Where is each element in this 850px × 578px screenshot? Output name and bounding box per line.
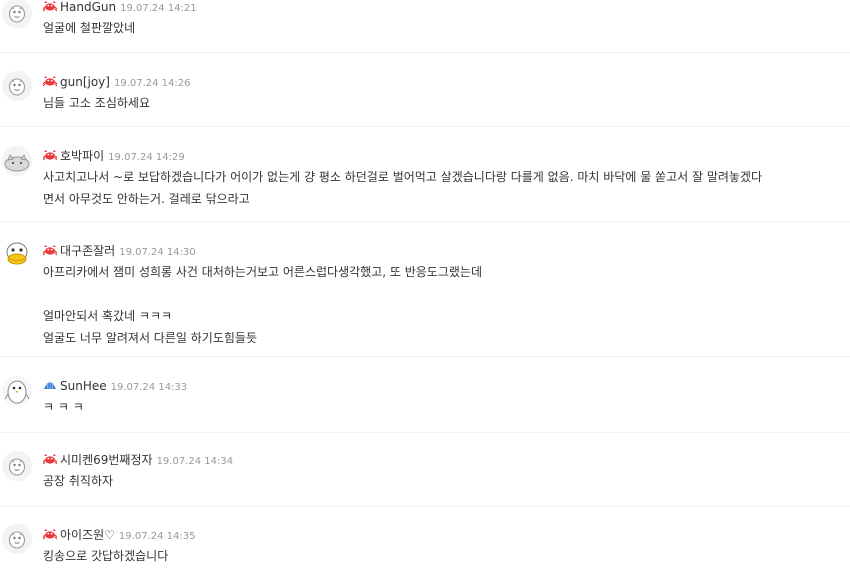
comment-text-line: 얼굴에 철판깔았네 [43, 21, 136, 35]
comment-meta: 시미켄69번째정자 19.07.24 14:34 [43, 449, 234, 467]
comment-body: 님들 고소 조심하세요 [43, 92, 843, 114]
comment-nickname[interactable]: 아이즈원♡ [60, 528, 115, 542]
comment-nickname[interactable]: gun[joy] [60, 75, 110, 89]
crab-icon [43, 244, 57, 256]
comment-meta: 아이즈원♡ 19.07.24 14:35 [43, 524, 196, 542]
comment-meta: 대구존잘러 19.07.24 14:30 [43, 240, 196, 258]
comment-nickname[interactable]: 호박파이 [60, 149, 104, 163]
comment-divider [0, 52, 850, 53]
comment-meta: SunHee 19.07.24 14:33 [43, 375, 188, 393]
comment-body: 아프리카에서 잼미 성희롱 사건 대처하는거보고 어른스럽다생각했고, 또 반응… [43, 261, 843, 349]
comment-body: ㅋ ㅋ ㅋ [43, 396, 843, 418]
comment-text-line: 얼마안되서 혹갔네 ㅋㅋㅋ [43, 309, 173, 323]
comment-nickname[interactable]: 시미켄69번째정자 [60, 453, 153, 467]
comment-text-line: 면서 아무것도 안하는거. 걸레로 닦으라고 [43, 192, 250, 206]
comment-text-line: ㅋ ㅋ ㅋ [43, 400, 84, 414]
comment-body: 사고치고나서 ~로 보답하겠습니다가 어이가 없는게 걍 평소 하던걸로 벌어먹… [43, 166, 843, 210]
comment-divider [0, 126, 850, 127]
crab-icon [43, 149, 57, 161]
duck-avatar-icon[interactable] [2, 240, 32, 270]
comment-divider [0, 432, 850, 433]
default-avatar-icon[interactable] [2, 0, 32, 28]
default-avatar-icon[interactable] [2, 71, 32, 101]
crab-icon [43, 75, 57, 87]
comment-divider [0, 356, 850, 357]
comment-nickname[interactable]: HandGun [60, 0, 116, 14]
crab-icon [43, 0, 57, 12]
cat-avatar-icon[interactable] [2, 146, 32, 176]
comment-body: 킹송으로 갓답하겠습니다 [43, 545, 843, 567]
default-avatar-icon[interactable] [2, 451, 32, 481]
comment-text-line: 님들 고소 조심하세요 [43, 96, 150, 110]
comment-date: 19.07.24 14:26 [113, 78, 191, 89]
comment-meta: 호박파이 19.07.24 14:29 [43, 145, 185, 163]
comment-text-line: 사고치고나서 ~로 보답하겠습니다가 어이가 없는게 걍 평소 하던걸로 벌어먹… [43, 170, 763, 184]
comment-divider [0, 506, 850, 507]
comment-list: HandGun 19.07.24 14:21 얼굴에 철판깔았네 gun[joy] 19… [0, 0, 850, 578]
comment-date: 19.07.24 14:35 [118, 531, 196, 542]
comment-date: 19.07.24 14:30 [119, 247, 196, 258]
crab-icon [43, 453, 57, 465]
comment-body: 얼굴에 철판깔았네 [43, 17, 843, 39]
comment-text-line: 공장 취직하자 [43, 474, 114, 488]
penguin-avatar-icon[interactable] [2, 376, 32, 406]
comment-date: 19.07.24 14:29 [108, 152, 185, 163]
comment-meta: HandGun 19.07.24 14:21 [43, 0, 197, 14]
comment-nickname[interactable]: SunHee [60, 379, 107, 393]
comment-text-line: 얼굴도 너무 알려져서 다른일 하기도힘들듯 [43, 331, 257, 345]
comment-text-line: 킹송으로 갓답하겠습니다 [43, 549, 169, 563]
comment-meta: gun[joy] 19.07.24 14:26 [43, 71, 191, 89]
comment-date: 19.07.24 14:33 [110, 382, 188, 393]
comment-date: 19.07.24 14:21 [120, 3, 197, 14]
comment-text-line: 아프리카에서 잼미 성희롱 사건 대처하는거보고 어른스럽다생각했고, 또 반응… [43, 265, 482, 279]
default-avatar-icon[interactable] [2, 524, 32, 554]
comment-body: 공장 취직하자 [43, 470, 843, 492]
comment-date: 19.07.24 14:34 [156, 456, 234, 467]
comment-divider [0, 221, 850, 222]
shell-icon [43, 379, 57, 391]
comment-nickname[interactable]: 대구존잘러 [60, 244, 115, 258]
crab-icon [43, 528, 57, 540]
comment-text-line [43, 283, 843, 305]
